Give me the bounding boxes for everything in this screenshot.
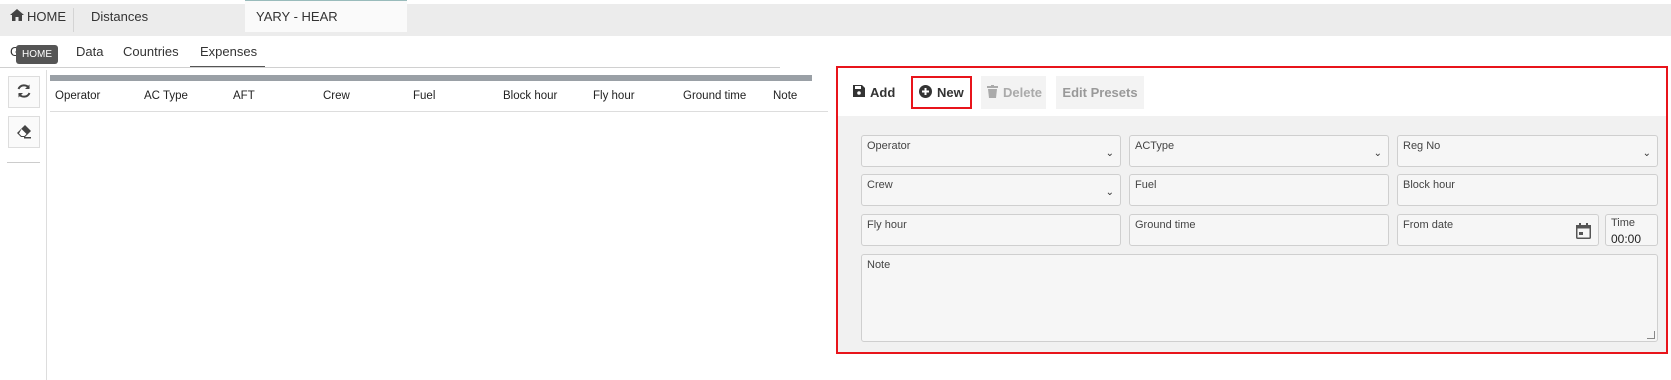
side-divider — [7, 162, 40, 163]
refresh-button[interactable] — [8, 76, 40, 108]
trash-icon — [987, 84, 998, 101]
fuel-label: Fuel — [1135, 179, 1157, 191]
col-operator[interactable]: Operator — [55, 90, 100, 102]
note-label: Note — [867, 259, 891, 271]
delete-button[interactable]: Delete — [981, 76, 1046, 109]
tab-distances-label: Distances — [91, 8, 149, 24]
add-button[interactable]: Add — [853, 76, 899, 109]
col-crew[interactable]: Crew — [323, 90, 350, 102]
regno-label: Reg No — [1403, 140, 1441, 152]
edit-presets-label: Edit Presets — [1062, 85, 1138, 100]
side-panel-divider — [46, 70, 47, 380]
col-block-hour[interactable]: Block hour — [503, 90, 557, 102]
home-tooltip: HOME — [16, 45, 58, 64]
operator-label: Operator — [867, 140, 911, 152]
actype-select[interactable]: ACType ⌄ — [1129, 135, 1389, 167]
edit-presets-button[interactable]: Edit Presets — [1056, 76, 1144, 109]
operator-select[interactable]: Operator ⌄ — [861, 135, 1121, 167]
clear-button[interactable] — [8, 116, 40, 148]
tab-yary-hear[interactable]: YARY - HEAR — [245, 0, 407, 32]
fly-hour-label: Fly hour — [867, 219, 907, 231]
add-button-label: Add — [870, 85, 896, 100]
subtab-expenses[interactable]: Expenses — [190, 44, 265, 68]
resize-handle-icon[interactable] — [1647, 331, 1655, 339]
ground-time-label: Ground time — [1135, 219, 1196, 231]
plus-circle-icon — [919, 84, 932, 101]
tab-distances[interactable]: Distances — [91, 0, 148, 32]
from-date-field[interactable]: From date — [1397, 214, 1599, 246]
tab-home-label: HOME — [27, 8, 66, 24]
chevron-down-icon: ⌄ — [1105, 187, 1114, 198]
grid-scrollbar[interactable] — [50, 75, 812, 81]
col-note[interactable]: Note — [773, 90, 797, 102]
fuel-field[interactable]: Fuel — [1129, 174, 1389, 206]
delete-button-label: Delete — [1003, 85, 1043, 100]
note-textarea[interactable]: Note — [861, 254, 1658, 342]
subtab-expenses-label: Expenses — [200, 44, 258, 59]
block-hour-label: Block hour — [1403, 179, 1455, 191]
col-fuel[interactable]: Fuel — [413, 90, 435, 102]
col-fly-hour[interactable]: Fly hour — [593, 90, 635, 102]
subtab-countries-label: Countries — [123, 44, 179, 59]
chevron-down-icon: ⌄ — [1373, 148, 1382, 159]
refresh-icon — [16, 83, 32, 102]
chevron-down-icon: ⌄ — [1642, 148, 1651, 159]
subtab-countries[interactable]: Countries — [123, 44, 179, 64]
time-field[interactable]: Time 00:00 — [1605, 214, 1658, 246]
calendar-icon[interactable] — [1576, 223, 1591, 242]
save-icon — [853, 85, 865, 100]
tab-yary-hear-label: YARY - HEAR — [256, 9, 338, 24]
crew-label: Crew — [867, 179, 893, 191]
from-date-label: From date — [1403, 219, 1454, 231]
regno-select[interactable]: Reg No ⌄ — [1397, 135, 1658, 167]
crew-select[interactable]: Crew ⌄ — [861, 174, 1121, 206]
eraser-icon — [16, 123, 32, 142]
block-hour-field[interactable]: Block hour — [1397, 174, 1658, 206]
subtab-data[interactable]: Data — [76, 44, 103, 64]
col-ac-type[interactable]: AC Type — [144, 90, 188, 102]
col-aft[interactable]: AFT — [233, 90, 255, 102]
fly-hour-field[interactable]: Fly hour — [861, 214, 1121, 246]
ground-time-field[interactable]: Ground time — [1129, 214, 1389, 246]
actype-label: ACType — [1135, 140, 1175, 152]
grid-header: Operator AC Type AFT Crew Fuel Block hou… — [50, 86, 828, 112]
col-ground-time[interactable]: Ground time — [683, 90, 746, 102]
home-icon — [10, 8, 24, 24]
new-button-label: New — [937, 85, 964, 100]
time-label: Time — [1611, 217, 1636, 229]
tab-separator — [73, 8, 74, 32]
new-button[interactable]: New — [911, 76, 972, 109]
tab-home[interactable]: HOME — [10, 0, 66, 32]
subtab-divider — [0, 67, 780, 68]
subtab-data-label: Data — [76, 44, 104, 59]
time-value: 00:00 — [1611, 232, 1642, 246]
chevron-down-icon: ⌄ — [1105, 148, 1114, 159]
